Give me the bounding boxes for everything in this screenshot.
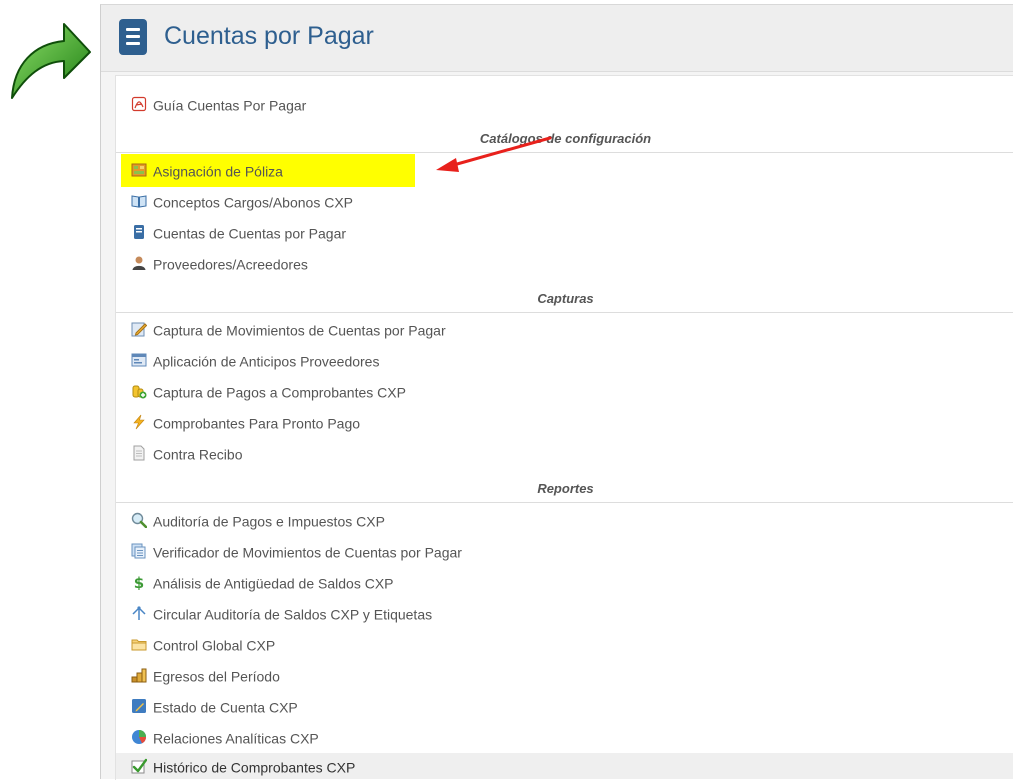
menu-item-cuentas-de-cuentas[interactable]: Cuentas de Cuentas por Pagar: [131, 220, 346, 244]
menu-item-relaciones-analiticas[interactable]: Relaciones Analíticas CXP: [131, 725, 319, 749]
magnifier-icon: [131, 513, 147, 529]
pie-chart-icon: [132, 730, 146, 745]
menu-item-pronto-pago[interactable]: Comprobantes Para Pronto Pago: [131, 410, 360, 434]
red-pointer-arrow-icon: [436, 136, 552, 172]
menu-item-historico-comprobantes[interactable]: Histórico de Comprobantes CXP: [131, 754, 355, 778]
document-icon: [133, 445, 145, 461]
menu-item-estado-cuenta[interactable]: Estado de Cuenta CXP: [131, 694, 298, 718]
menu-item-conceptos-cargos-abonos[interactable]: Conceptos Cargos/Abonos CXP: [131, 189, 353, 213]
open-book-icon: [131, 195, 147, 208]
dollar-icon: $: [134, 574, 144, 590]
menu-item-verificador-movimientos[interactable]: Verificador de Movimientos de Cuentas po…: [131, 539, 462, 563]
menu-item-captura-movimientos[interactable]: Captura de Movimientos de Cuentas por Pa…: [131, 317, 446, 341]
section-divider: [116, 502, 1013, 503]
menu-content: Guía Cuentas Por Pagar Catálogos de conf…: [115, 75, 1013, 780]
section-divider: [116, 312, 1013, 313]
section-divider: [116, 152, 1013, 153]
menu-item-auditoria-pagos[interactable]: Auditoría de Pagos e Impuestos CXP: [131, 508, 385, 532]
book-icon: [134, 225, 144, 240]
check-icon: [131, 759, 147, 774]
folder-icon: [131, 639, 147, 651]
page-title: Cuentas por Pagar: [164, 22, 374, 50]
menu-item-proveedores[interactable]: Proveedores/Acreedores: [131, 251, 308, 275]
green-pointer-arrow-icon: [11, 23, 91, 99]
person-icon: [132, 256, 146, 271]
pdf-icon: [131, 97, 147, 112]
menu-item-asignacion-poliza[interactable]: Asignación de Póliza: [131, 158, 283, 182]
section-header-reportes: Reportes: [537, 481, 594, 496]
menu-item-captura-pagos[interactable]: Captura de Pagos a Comprobantes CXP: [131, 379, 406, 403]
policy-icon: [131, 163, 147, 177]
lightning-icon: [133, 415, 145, 430]
branch-icon: [132, 606, 146, 621]
menu-item-analisis-antiguedad[interactable]: $ Análisis de Antigüedad de Saldos CXP: [131, 570, 394, 594]
pencil-note-icon: [132, 699, 146, 714]
coins-add-icon: [132, 385, 147, 399]
section-header-capturas: Capturas: [537, 291, 594, 306]
menu-item-control-global[interactable]: Control Global CXP: [131, 632, 275, 656]
panel-header: Cuentas por Pagar: [101, 5, 1013, 72]
coin-stack-icon: [131, 668, 147, 683]
form-icon: [131, 353, 147, 367]
menu-item-egresos-periodo[interactable]: Egresos del Período: [131, 663, 280, 687]
pages-icon: [131, 543, 146, 559]
guide-link[interactable]: Guía Cuentas Por Pagar: [131, 92, 306, 116]
svg-text:$: $: [134, 574, 144, 590]
cuentas-por-pagar-panel: Cuentas por Pagar Guía Cuentas Por Pagar…: [100, 4, 1013, 780]
section-header-catalogos: Catálogos de configuración: [479, 131, 652, 146]
menu-item-circular-auditoria[interactable]: Circular Auditoría de Saldos CXP y Etiqu…: [131, 601, 432, 625]
menu-item-contra-recibo[interactable]: Contra Recibo: [131, 441, 243, 465]
menu-item-aplicacion-anticipos[interactable]: Aplicación de Anticipos Proveedores: [131, 348, 379, 372]
edit-icon: [131, 322, 147, 337]
ledger-book-icon: [119, 19, 147, 55]
